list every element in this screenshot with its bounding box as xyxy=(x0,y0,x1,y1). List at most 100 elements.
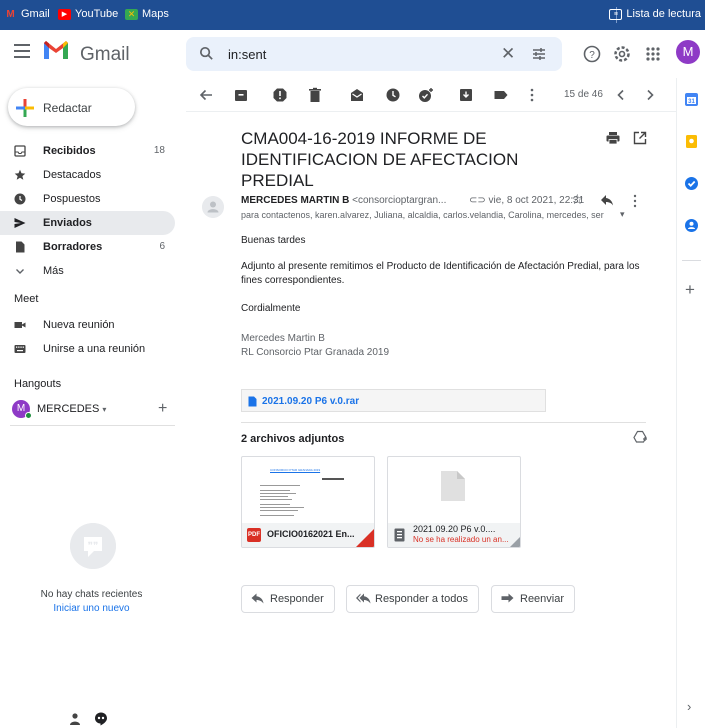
clear-search-icon[interactable]: ✕ xyxy=(501,44,515,64)
sidebar-item-sent[interactable]: Enviados xyxy=(0,211,175,235)
back-arrow-icon[interactable] xyxy=(198,87,214,103)
tasks-icon[interactable] xyxy=(684,176,699,191)
attachments-divider xyxy=(241,422,646,423)
keep-icon[interactable] xyxy=(684,134,699,149)
account-avatar[interactable]: M xyxy=(676,40,700,64)
message-more-icon[interactable] xyxy=(632,194,638,208)
attachment-card-pdf[interactable]: CONSORCIO PTAR GRANADA 2019 PDF OFICIO01… xyxy=(241,456,375,548)
gmail-logo-icon[interactable] xyxy=(42,39,70,61)
hangouts-user-name: MERCEDES xyxy=(37,403,100,415)
email-greeting: Buenas tardes xyxy=(241,235,306,246)
open-new-window-icon[interactable] xyxy=(633,131,647,145)
no-chats-text: No hay chats recientes xyxy=(40,589,143,600)
send-icon xyxy=(14,218,26,228)
scan-warning: No se ha realizado un an... xyxy=(413,535,509,544)
search-icon[interactable] xyxy=(198,45,215,62)
sender-name[interactable]: MERCEDES MARTIN B xyxy=(241,195,349,206)
label-tag-icon[interactable] xyxy=(493,87,509,103)
recipients-list: para contactenos, karen.alvarez, Juliana… xyxy=(241,210,604,220)
bookmark-gmail[interactable]: M Gmail xyxy=(4,8,49,20)
contacts-icon[interactable] xyxy=(684,218,699,233)
attachment-name: 2021.09.20 P6 v.0.... xyxy=(413,524,496,534)
archive-icon[interactable] xyxy=(233,87,249,103)
inline-attachment-name: 2021.09.20 P6 v.0.rar xyxy=(262,396,360,407)
apps-grid-icon[interactable] xyxy=(643,44,663,64)
archive-file-icon xyxy=(394,528,405,542)
bookmark-reading-list[interactable]: ≡ Lista de lectura xyxy=(609,8,701,20)
bookmarks-bar: M Gmail ▶ YouTube ✕ Maps ≡ Lista de lect… xyxy=(0,0,705,30)
meet-new-meeting[interactable]: Nueva reunión xyxy=(0,313,175,337)
search-input[interactable]: in:sent xyxy=(228,47,266,62)
attachment-clip-icon: ⊂⊃ xyxy=(469,195,486,206)
older-chevron-right-icon[interactable] xyxy=(642,87,658,103)
keyboard-icon xyxy=(14,345,26,353)
compose-button[interactable]: Redactar xyxy=(8,88,135,126)
sidebar-item-drafts[interactable]: Borradores 6 xyxy=(0,235,175,259)
reply-arrow-icon[interactable] xyxy=(600,194,614,206)
save-to-drive-icon[interactable] xyxy=(633,430,647,444)
expand-panel-chevron-icon[interactable]: › xyxy=(687,699,691,714)
search-bar[interactable]: in:sent ✕ xyxy=(186,37,562,71)
reply-all-button[interactable]: Responder a todos xyxy=(346,585,479,613)
help-icon[interactable]: ? xyxy=(582,44,602,64)
video-camera-icon xyxy=(14,322,26,328)
pdf-preview-title: CONSORCIO PTAR GRANADA 2019 xyxy=(270,468,321,472)
bookmark-maps[interactable]: ✕ Maps xyxy=(125,8,169,20)
more-options-icon[interactable] xyxy=(524,87,540,103)
chevron-down-icon xyxy=(16,269,24,274)
email-closing: Cordialmente xyxy=(241,303,301,314)
email-date-row: ⊂⊃ vie, 8 oct 2021, 22:31 xyxy=(469,195,584,206)
meet-join-meeting[interactable]: Unirse a una reunión xyxy=(0,337,175,361)
bookmark-youtube[interactable]: ▶ YouTube xyxy=(58,8,118,20)
mark-unread-icon[interactable] xyxy=(349,87,365,103)
star-outline-icon[interactable]: ☆ xyxy=(571,191,584,208)
reading-list-icon: ≡ xyxy=(609,8,623,20)
hangouts-icon[interactable] xyxy=(94,712,108,726)
hangouts-user-row[interactable]: M MERCEDES ▾ + xyxy=(10,398,175,420)
sidebar-item-more[interactable]: Más xyxy=(0,259,175,283)
chat-bubble-icon: ❞❞ xyxy=(70,523,116,569)
newer-chevron-left-icon[interactable] xyxy=(613,87,629,103)
person-icon[interactable] xyxy=(68,712,82,726)
email-body: Adjunto al presente remitimos el Product… xyxy=(241,261,640,286)
inbox-count: 18 xyxy=(153,145,165,156)
attachment-card-rar[interactable]: 2021.09.20 P6 v.0.... No se ha realizado… xyxy=(387,456,521,548)
settings-gear-icon[interactable] xyxy=(612,44,632,64)
attachment-footer: 2021.09.20 P6 v.0.... No se ha realizado… xyxy=(388,523,520,547)
youtube-favicon-icon: ▶ xyxy=(58,8,71,20)
recipients-line[interactable]: para contactenos, karen.alvarez, Juliana… xyxy=(241,210,626,220)
print-icon[interactable] xyxy=(606,131,620,145)
search-options-icon[interactable] xyxy=(531,46,547,62)
start-new-chat-link[interactable]: Iniciar uno nuevo xyxy=(0,603,183,614)
signature-org: RL Consorcio Ptar Granada 2019 xyxy=(241,347,390,358)
snooze-clock-icon[interactable] xyxy=(385,87,401,103)
new-chat-plus-icon[interactable]: + xyxy=(158,400,167,418)
add-addon-plus-icon[interactable]: + xyxy=(685,281,695,298)
main-menu-icon[interactable] xyxy=(14,44,30,58)
move-to-icon[interactable] xyxy=(458,87,474,103)
calendar-icon[interactable]: 31 xyxy=(684,92,699,107)
inbox-icon xyxy=(14,145,26,157)
add-task-icon[interactable] xyxy=(418,87,434,103)
compose-label: Redactar xyxy=(43,101,92,115)
file-icon xyxy=(248,396,257,407)
forward-button[interactable]: Reenviar xyxy=(491,585,576,613)
sidebar-item-starred[interactable]: Destacados xyxy=(0,163,175,187)
sidebar-item-snoozed[interactable]: Pospuestos xyxy=(0,187,175,211)
attachments-title: 2 archivos adjuntos xyxy=(241,433,345,445)
svg-text:❞❞: ❞❞ xyxy=(88,541,99,552)
report-spam-icon[interactable] xyxy=(272,87,288,103)
delete-trash-icon[interactable] xyxy=(307,87,323,103)
reply-button[interactable]: Responder xyxy=(241,585,335,613)
clock-icon xyxy=(14,193,26,205)
caret-down-icon[interactable]: ▾ xyxy=(102,405,106,414)
message-toolbar: 15 de 46 xyxy=(186,78,676,112)
side-panel-divider xyxy=(682,260,701,261)
sidebar-item-inbox[interactable]: Recibidos 18 xyxy=(0,139,175,163)
sender-avatar[interactable] xyxy=(202,196,224,218)
email-date: vie, 8 oct 2021, 22:31 xyxy=(488,195,585,206)
recipients-caret-icon[interactable]: ▾ xyxy=(620,209,625,220)
hangouts-section-title: Hangouts xyxy=(14,378,62,390)
star-icon xyxy=(14,169,26,180)
inline-attachment-chip[interactable]: 2021.09.20 P6 v.0.rar xyxy=(241,389,546,412)
